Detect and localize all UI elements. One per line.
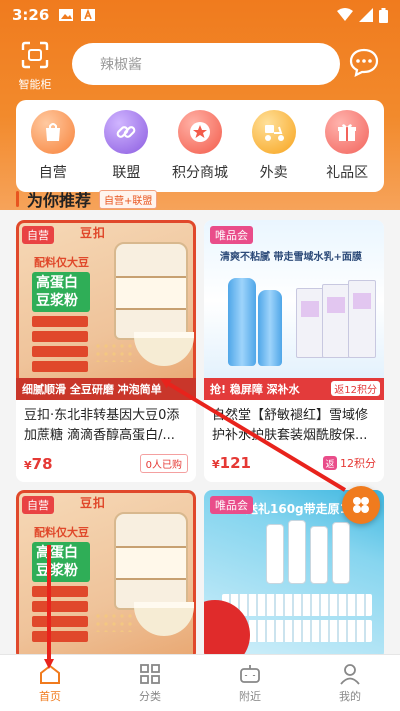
robot-icon — [240, 664, 260, 683]
section-badge: 自营+联盟 — [99, 189, 158, 209]
category-label: 自营 — [38, 165, 67, 181]
category-label: 积分商城 — [171, 165, 228, 181]
self-operated-tag: 自营 — [22, 226, 54, 244]
signal-icon — [359, 8, 373, 22]
chat-icon[interactable] — [348, 46, 380, 78]
category-bar: 自营 联盟 积分商城 外卖 礼品区 — [16, 100, 384, 192]
search-input[interactable]: 辣椒酱 — [72, 43, 340, 85]
scan-icon — [21, 41, 49, 69]
product-package — [114, 512, 188, 610]
product-headline: 送礼160g带走原1 — [246, 502, 348, 516]
nav-label: 我的 — [339, 689, 361, 703]
points-reward: 返 12积分 — [323, 455, 376, 471]
product-card[interactable]: 豆扣 配料仅大豆 高蛋白豆浆粉 细腻顺滑 全豆研磨 冲泡简单 自营 豆扣·东北非… — [16, 220, 196, 482]
product-banner: 细腻顺滑 全豆研磨 冲泡简单 — [16, 378, 196, 400]
points-icon: 返 — [323, 456, 337, 470]
search-placeholder: 辣椒酱 — [100, 57, 142, 73]
category-points-mall[interactable]: 积分商城 — [165, 110, 235, 182]
product-claim: 配料仅大豆 — [34, 526, 89, 539]
product-card[interactable]: 豆扣 配料仅大豆 高蛋白豆浆粉 自营 — [16, 490, 196, 660]
star-medal-icon — [177, 110, 222, 154]
product-image: 清爽不粘腻 带走雪域水乳+面膜 抢! 稳屏障 深补水 返12积分 唯品会 — [204, 220, 384, 400]
product-headline: 高蛋白豆浆粉 — [32, 542, 90, 582]
brand-logo: 豆扣 — [80, 496, 107, 510]
section-accent-bar — [16, 191, 19, 207]
product-banner: 抢! 稳屏障 深补水 返12积分 — [204, 378, 384, 400]
vip-tag: 唯品会 — [210, 496, 253, 514]
floating-menu-button[interactable] — [342, 486, 380, 524]
nav-label: 附近 — [239, 689, 261, 703]
smart-cabinet-button[interactable]: 智能柜 — [12, 40, 58, 92]
status-time: 3:26 — [12, 6, 50, 24]
category-alliance[interactable]: 联盟 — [91, 110, 161, 182]
nav-mine[interactable]: 我的 — [315, 663, 385, 704]
brand-logo: 豆扣 — [80, 226, 107, 240]
scooter-icon — [251, 110, 296, 154]
nav-category[interactable]: 分类 — [115, 663, 185, 704]
nav-label: 首页 — [39, 689, 61, 703]
product-claim: 配料仅大豆 — [34, 256, 89, 269]
product-image: 豆扣 配料仅大豆 高蛋白豆浆粉 细腻顺滑 全豆研磨 冲泡简单 自营 — [16, 220, 196, 400]
category-grid-icon — [140, 663, 160, 684]
product-card[interactable]: 清爽不粘腻 带走雪域水乳+面膜 抢! 稳屏障 深补水 返12积分 唯品会 自然堂… — [204, 220, 384, 482]
home-icon — [40, 664, 60, 684]
wifi-icon — [337, 8, 353, 21]
nav-nearby[interactable]: 附近 — [215, 663, 285, 704]
product-price: ¥121 — [212, 454, 251, 472]
product-package — [114, 242, 188, 340]
category-gifts[interactable]: 礼品区 — [312, 110, 382, 182]
battery-icon — [379, 7, 388, 23]
product-price: ¥78 — [24, 454, 53, 473]
product-title: 自然堂【舒敏褪红】雪域修护补水护肤套装烟酰胺保... — [212, 408, 369, 443]
section-title: 为你推荐 — [27, 191, 92, 210]
status-bar: 3:26 — [0, 0, 400, 30]
category-label: 外卖 — [259, 165, 288, 181]
self-operated-tag: 自营 — [22, 496, 54, 514]
product-image: 豆扣 配料仅大豆 高蛋白豆浆粉 自营 — [16, 490, 196, 660]
grid-menu-icon — [353, 497, 369, 513]
user-icon — [340, 663, 360, 685]
gift-icon — [325, 110, 370, 154]
category-self-operated[interactable]: 自营 — [18, 110, 88, 182]
points-back-badge: 返12积分 — [331, 381, 380, 396]
sold-count: 0人已购 — [139, 454, 188, 473]
vip-tag: 唯品会 — [210, 226, 253, 244]
product-title: 豆扣·东北非转基因大豆0添加蔗糖 滴滴香醇高蛋白/... — [24, 408, 180, 443]
smart-cabinet-label: 智能柜 — [18, 78, 52, 91]
product-headline: 清爽不粘腻 带走雪域水乳+面膜 — [220, 252, 362, 263]
nav-home[interactable]: 首页 — [15, 663, 85, 704]
category-label: 礼品区 — [326, 165, 369, 181]
nav-label: 分类 — [139, 689, 161, 703]
category-takeaway[interactable]: 外卖 — [239, 110, 309, 182]
image-notification-icon — [59, 9, 74, 21]
app-notification-icon — [81, 9, 96, 21]
shopping-bag-icon — [30, 110, 75, 154]
section-header: 为你推荐 自营+联盟 — [16, 188, 158, 210]
product-headline: 高蛋白豆浆粉 — [32, 272, 90, 312]
category-label: 联盟 — [112, 165, 141, 181]
bottom-nav: 首页 分类 附近 我的 — [0, 654, 400, 711]
link-icon — [104, 110, 149, 154]
